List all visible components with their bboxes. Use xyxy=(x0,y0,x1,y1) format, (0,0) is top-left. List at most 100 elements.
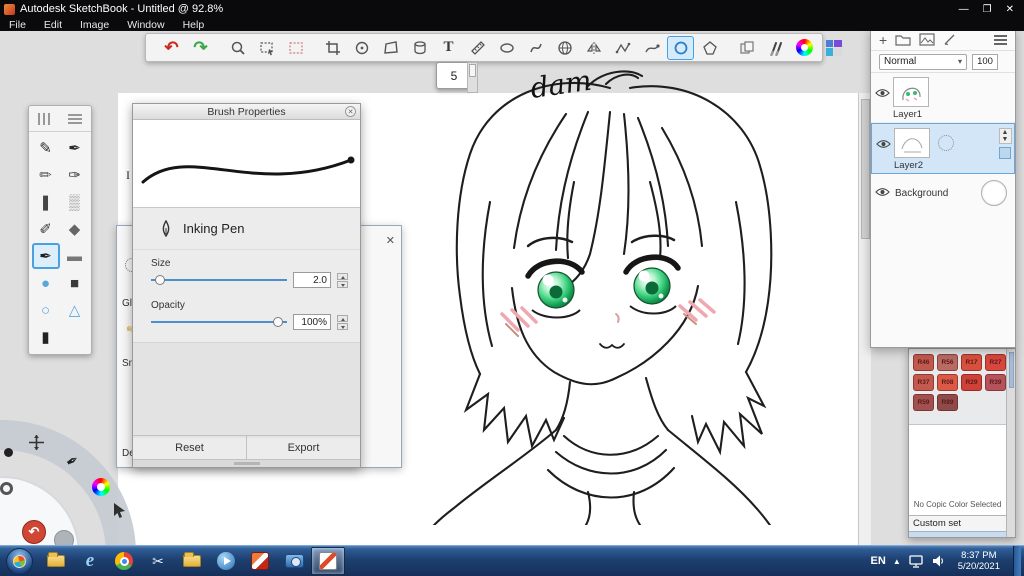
polyline-tool-button[interactable] xyxy=(609,36,636,60)
layer-reorder-icon[interactable]: ▲ ▼ xyxy=(998,128,1012,144)
taskbar-folder[interactable] xyxy=(175,547,209,575)
tool-pencil-soft[interactable]: ✏ xyxy=(32,162,60,188)
taskbar-chrome[interactable] xyxy=(107,547,141,575)
taskbar-media-player[interactable] xyxy=(209,547,243,575)
symmetry-tool-button[interactable] xyxy=(580,36,607,60)
tool-flat-brush[interactable]: ▬ xyxy=(61,243,89,269)
french-curve-button[interactable] xyxy=(522,36,549,60)
tool-water-drop[interactable]: ● xyxy=(32,270,60,296)
minimize-button[interactable]: — xyxy=(959,4,969,15)
stepper-up-icon[interactable] xyxy=(337,314,348,322)
menu-file[interactable]: File xyxy=(0,19,35,31)
tool-highlighter[interactable]: △ xyxy=(61,297,89,323)
menu-help[interactable]: Help xyxy=(174,19,214,31)
size-slider[interactable] xyxy=(151,274,287,286)
copic-swatch-r46[interactable]: R46 xyxy=(913,354,934,371)
lasso-select-button[interactable] xyxy=(282,36,309,60)
language-indicator[interactable]: EN xyxy=(871,555,886,567)
size-stepper[interactable] xyxy=(337,272,348,288)
tool-inking-pen[interactable]: ✒ xyxy=(31,243,60,269)
redo-button[interactable]: ↷ xyxy=(187,36,214,60)
menu-image[interactable]: Image xyxy=(71,19,118,31)
network-tray-icon[interactable] xyxy=(908,554,924,568)
layer-lock-icon[interactable] xyxy=(999,147,1011,159)
lagoon-dot-icon[interactable] xyxy=(4,448,13,457)
tool-airbrush[interactable]: ▒ xyxy=(61,189,89,215)
copic-set-selector[interactable]: Custom set xyxy=(909,515,1006,531)
copic-swatch-r56[interactable]: R56 xyxy=(937,354,958,371)
perspective-tool-button[interactable] xyxy=(551,36,578,60)
circle-guide-button[interactable] xyxy=(667,35,694,60)
show-desktop-button[interactable] xyxy=(1013,545,1021,576)
copic-swatch-r89[interactable]: R89 xyxy=(937,394,958,411)
blend-mode-dropdown[interactable]: Normal ▾ xyxy=(879,53,967,70)
taskbar-clock[interactable]: 8:37 PM 5/20/2021 xyxy=(952,550,1006,572)
brush-library-button[interactable] xyxy=(762,36,789,60)
opacity-slider[interactable] xyxy=(151,316,287,328)
zoom-tool-button[interactable] xyxy=(224,36,251,60)
volume-tray-icon[interactable] xyxy=(931,554,945,568)
tool-ballpoint-pen[interactable]: ✒ xyxy=(61,135,89,161)
copic-scrollbar[interactable] xyxy=(1006,349,1015,537)
transform-tool-button[interactable] xyxy=(348,36,375,60)
taskbar-internet-explorer[interactable]: e xyxy=(73,547,107,575)
menu-edit[interactable]: Edit xyxy=(35,19,71,31)
menu-window[interactable]: Window xyxy=(118,19,173,31)
popup-scrollbar[interactable] xyxy=(467,62,478,93)
brush-panel-resize-grip[interactable] xyxy=(133,459,360,467)
export-button[interactable]: Export xyxy=(246,436,360,459)
distort-tool-button[interactable] xyxy=(377,36,404,60)
brush-panel-titlebar[interactable]: Brush Properties ✕ xyxy=(133,104,360,120)
import-image-button[interactable] xyxy=(733,36,760,60)
dialog-close-button[interactable]: ✕ xyxy=(386,234,395,247)
undo-button[interactable]: ↶ xyxy=(158,36,185,60)
layer2-visibility-toggle[interactable] xyxy=(876,128,894,171)
lagoon-cursor[interactable] xyxy=(112,502,128,524)
tool-pencil[interactable]: ✎ xyxy=(32,135,60,161)
polygon-tool-button[interactable] xyxy=(696,36,723,60)
lagoon-transform-puck[interactable] xyxy=(28,434,45,456)
opacity-slider-knob[interactable] xyxy=(273,317,284,327)
layer-folder-icon[interactable] xyxy=(895,33,911,46)
size-value[interactable]: 2.0 xyxy=(293,272,331,288)
background-color-swatch[interactable] xyxy=(981,180,1007,206)
tool-brush-pen[interactable]: ✑ xyxy=(61,162,89,188)
copic-swatch-r37[interactable]: R37 xyxy=(913,374,934,391)
background-visibility-toggle[interactable] xyxy=(875,184,893,202)
tool-eraser[interactable]: ▮ xyxy=(32,324,60,350)
layer-row-layer2[interactable]: Layer2 ▲ ▼ xyxy=(871,123,1015,174)
steady-stroke-button[interactable] xyxy=(638,36,665,60)
layer-opacity-field[interactable]: 100 xyxy=(972,53,998,70)
tool-smudge[interactable]: ■ xyxy=(61,270,89,296)
taskbar-sketchbook-active[interactable] xyxy=(311,547,345,575)
reset-button[interactable]: Reset xyxy=(133,436,246,459)
copic-scroll-thumb[interactable] xyxy=(1008,352,1014,388)
import-image-icon[interactable] xyxy=(919,33,935,46)
popup-scroll-thumb[interactable] xyxy=(469,64,476,77)
layer1-thumbnail[interactable] xyxy=(893,77,929,107)
add-layer-button[interactable]: + xyxy=(879,33,887,47)
ellipse-tool-button[interactable] xyxy=(493,36,520,60)
copic-swatch-r08[interactable]: R08 xyxy=(937,374,958,391)
layers-menu-icon[interactable] xyxy=(994,34,1007,45)
color-wheel-button[interactable] xyxy=(791,36,818,60)
taskbar-explorer[interactable] xyxy=(39,547,73,575)
stepper-down-icon[interactable] xyxy=(337,322,348,330)
copic-library-button[interactable] xyxy=(820,36,847,60)
lagoon-undo-button[interactable]: ↶ xyxy=(22,520,46,544)
vertical-scroll-thumb[interactable] xyxy=(861,99,870,239)
tool-marker[interactable]: ❚ xyxy=(32,189,60,215)
tool-water-outline[interactable]: ○ xyxy=(32,297,60,323)
start-button[interactable] xyxy=(6,547,33,575)
crop-tool-button[interactable] xyxy=(319,36,346,60)
opacity-stepper[interactable] xyxy=(337,314,348,330)
layer1-visibility-toggle[interactable] xyxy=(875,77,893,120)
brush-panel-close-button[interactable]: ✕ xyxy=(345,106,356,117)
tool-chisel-marker[interactable]: ◆ xyxy=(61,216,89,242)
layer2-thumbnail[interactable] xyxy=(894,128,930,158)
layer-brush-icon[interactable] xyxy=(943,33,957,46)
taskbar-paint-app[interactable] xyxy=(243,547,277,575)
copic-swatch-r59[interactable]: R59 xyxy=(913,394,934,411)
palette-drag-handle[interactable] xyxy=(29,106,91,132)
layer-row-layer1[interactable]: Layer1 xyxy=(871,73,1015,123)
